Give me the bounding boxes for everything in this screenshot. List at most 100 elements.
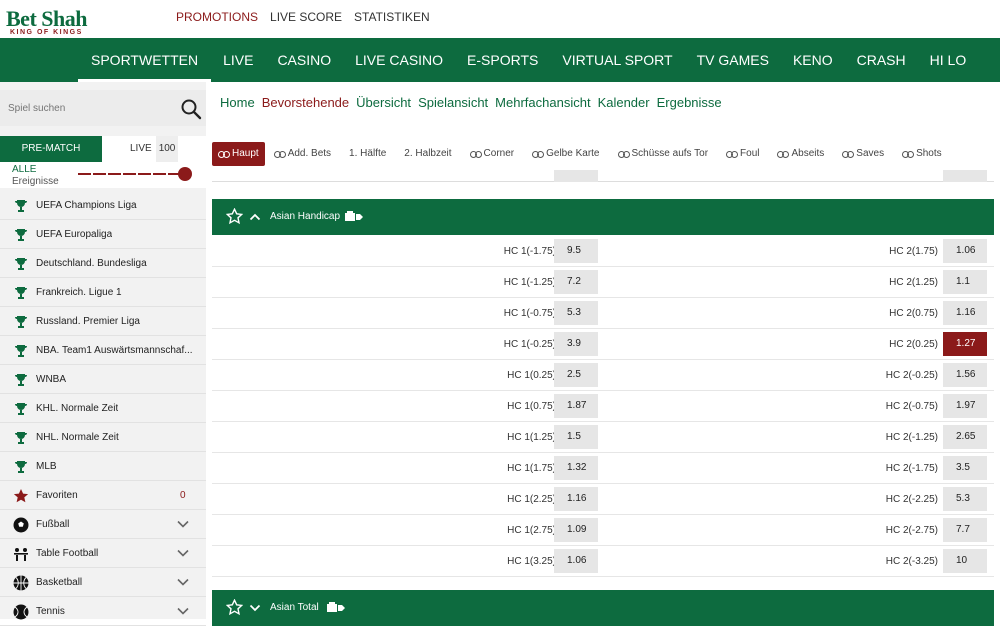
market-tab-foul[interactable]: Foul [717,142,768,166]
tab-live[interactable]: LIVE 100 [102,136,206,162]
crumb-mehrfachansicht[interactable]: Mehrfachansicht [495,95,590,110]
market-tab-shots[interactable]: Shots [893,142,951,166]
sidebar-item-ligue-1[interactable]: Frankreich. Ligue 1 [0,278,206,307]
crumb-home[interactable]: Home [220,95,255,110]
sidebar-item-tennis[interactable]: Tennis [0,597,206,626]
odds-button[interactable]: 9.5 [554,239,598,263]
nav-hi-lo[interactable]: HI LO [918,38,979,82]
odds-button[interactable]: 1.5 [554,425,598,449]
sidebar-item-fussball[interactable]: Fußball [0,510,206,539]
sidebar-item-europaliga[interactable]: UEFA Europaliga [0,220,206,249]
nav-crash[interactable]: CRASH [845,38,918,82]
brand-logo[interactable]: Bet Shah KING OF KINGS [4,4,124,36]
odds-button[interactable]: 5.3 [554,301,598,325]
nav-tv-games[interactable]: TV GAMES [685,38,781,82]
odds-button[interactable]: 1.56 [943,363,987,387]
search-icon[interactable] [180,98,202,120]
sidebar-item-champions-liga[interactable]: UEFA Champions Liga [0,191,206,220]
odds-button[interactable]: 1.87 [554,394,598,418]
crumb-kalender[interactable]: Kalender [598,95,650,110]
odds-cell-cut[interactable] [554,170,598,182]
crumb-bevorstehende[interactable]: Bevorstehende [262,95,349,110]
sidebar-item-khl[interactable]: KHL. Normale Zeit [0,394,206,423]
odds-button[interactable]: 3.9 [554,332,598,356]
nav-live[interactable]: LIVE [211,38,265,82]
market-tab-2-halbzeit[interactable]: 2. Halbzeit [395,142,460,166]
star-outline-icon[interactable] [226,208,243,225]
sidebar-item-nba[interactable]: NBA. Team1 Auswärtsmannschaf... [0,336,206,365]
market-tab-schuesse[interactable]: Schüsse aufs Tor [609,142,718,166]
outcome-label: HC 2(-2.25) [885,494,938,505]
market-tab-add-bets[interactable]: Add. Bets [265,142,340,166]
crumb-spielansicht[interactable]: Spielansicht [418,95,488,110]
trophy-icon [15,461,27,473]
odds-button[interactable]: 1.16 [943,301,987,325]
sidebar-item-favoriten[interactable]: Favoriten 0 [0,481,206,510]
chevron-up-icon[interactable] [249,211,261,223]
chevron-down-icon[interactable] [176,604,190,618]
section-header-asian-total[interactable]: Asian Total [212,590,994,626]
nav-sportwetten[interactable]: SPORTWETTEN [78,38,212,82]
market-info-icon[interactable] [344,210,364,223]
market-tab-haupt[interactable]: Haupt [212,142,265,166]
sidebar-item-premier-liga[interactable]: Russland. Premier Liga [0,307,206,336]
odds-button[interactable]: 2.65 [943,425,987,449]
nav-e-sports[interactable]: E-SPORTS [455,38,550,82]
odds-button[interactable]: 1.16 [554,487,598,511]
live-score-link[interactable]: LIVE SCORE [270,10,342,24]
nav-virtual-sport[interactable]: VIRTUAL SPORT [550,38,684,82]
search-input[interactable] [0,90,170,126]
market-tab-1-haelfte[interactable]: 1. Hälfte [340,142,395,166]
market-tab-abseits[interactable]: Abseits [768,142,833,166]
odds-button[interactable]: 1.06 [943,239,987,263]
odds-button[interactable]: 1.1 [943,270,987,294]
crumb-ergebnisse[interactable]: Ergebnisse [657,95,722,110]
odds-button[interactable]: 10 [943,549,987,573]
chevron-down-icon[interactable] [176,546,190,560]
odds-cell-cut[interactable] [943,170,987,182]
link-icon [617,150,630,158]
sidebar-item-bundesliga[interactable]: Deutschland. Bundesliga [0,249,206,278]
odds-button[interactable]: 7.7 [943,518,987,542]
chevron-down-icon[interactable] [176,575,190,589]
sidebar-item-label: Basketball [36,577,83,588]
statistiken-link[interactable]: STATISTIKEN [354,10,430,24]
brand-tagline: KING OF KINGS [10,29,83,36]
odds-button[interactable]: 7.2 [554,270,598,294]
chevron-down-icon[interactable] [249,602,261,614]
market-info-icon[interactable] [326,601,346,614]
nav-live-casino[interactable]: LIVE CASINO [343,38,455,82]
market-tab-corner[interactable]: Corner [461,142,524,166]
section-header-asian-handicap[interactable]: Asian Handicap [212,199,994,235]
sidebar-item-table-football[interactable]: Table Football [0,539,206,568]
promotions-link[interactable]: PROMOTIONS [176,10,258,24]
market-tab-gelbe-karte[interactable]: Gelbe Karte [523,142,608,166]
crumb-uebersicht[interactable]: Übersicht [356,95,411,110]
nav-casino[interactable]: CASINO [265,38,343,82]
sidebar-item-mlb[interactable]: MLB [0,452,206,481]
sidebar-item-wnba[interactable]: WNBA [0,365,206,394]
star-outline-icon[interactable] [226,599,243,616]
market-tab-saves[interactable]: Saves [833,142,893,166]
chevron-down-icon[interactable] [176,517,190,531]
tab-prematch[interactable]: PRE-MATCH [0,136,102,162]
time-filter: ALLE Ereignisse [0,162,206,188]
filter-slider-handle[interactable] [178,167,192,181]
odds-button[interactable]: 1.06 [554,549,598,573]
nav-keno[interactable]: KENO [781,38,845,82]
filter-slider-track[interactable] [78,173,182,175]
market-tab-label: Corner [483,148,515,159]
trophy-icon [15,200,27,212]
odds-button[interactable]: 1.32 [554,456,598,480]
sidebar-item-basketball[interactable]: Basketball [0,568,206,597]
odds-row: HC 1(-0.75) 5.3 HC 2(0.75) 1.16 [212,298,994,329]
odds-button-selected[interactable]: 1.27 [943,332,987,356]
odds-button[interactable]: 3.5 [943,456,987,480]
sidebar-item-nhl[interactable]: NHL. Normale Zeit [0,423,206,452]
breadcrumb: Home Bevorstehende Übersicht Spielansich… [220,95,722,110]
odds-button[interactable]: 5.3 [943,487,987,511]
odds-row: HC 1(1.25) 1.5 HC 2(-1.25) 2.65 [212,422,994,453]
odds-button[interactable]: 1.09 [554,518,598,542]
odds-button[interactable]: 1.97 [943,394,987,418]
odds-button[interactable]: 2.5 [554,363,598,387]
